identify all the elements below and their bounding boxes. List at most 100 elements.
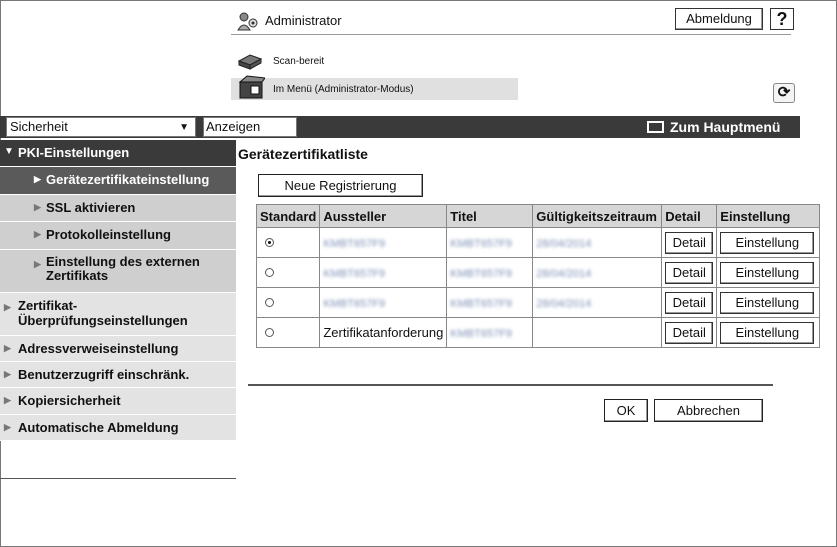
setting-button[interactable]: Einstellung	[720, 261, 815, 284]
standard-cell	[255, 317, 321, 348]
sidebar-item-label: Automatische Abmeldung	[18, 420, 179, 435]
setting-button[interactable]: Einstellung	[720, 231, 815, 254]
device-icon	[238, 75, 265, 99]
standard-radio[interactable]	[265, 328, 274, 337]
issuer-cell: KMBT657F9	[319, 227, 448, 258]
title-text: KMBT657F9	[450, 298, 513, 310]
certificate-table-body: KMBT657F9 KMBT657F9 28/04/2014 Detail Einste…	[255, 227, 821, 348]
sidebar-item-pki-settings[interactable]: ▼ PKI-Einstellungen	[0, 140, 236, 167]
new-registration-button[interactable]: Neue Registrierung	[258, 174, 423, 197]
validity-text: 28/04/2014	[536, 298, 592, 310]
table-row: KMBT657F9 KMBT657F9 28/04/2014 Detail Einste…	[255, 287, 821, 318]
standard-radio[interactable]	[265, 298, 274, 307]
chevron-down-icon: ▼	[179, 122, 189, 133]
title-cell: KMBT657F9	[446, 227, 534, 258]
triangle-down-icon: ▼	[4, 146, 14, 157]
logout-button[interactable]: Abmeldung	[675, 8, 763, 30]
validity-cell: 28/04/2014	[532, 287, 663, 318]
status-mode: Im Menü (Administrator-Modus)	[231, 75, 518, 100]
sidebar-item-user-access[interactable]: ▶ Benutzerzugriff einschränk.	[0, 362, 236, 388]
main-menu-icon	[647, 121, 664, 134]
sidebar-item-label: Protokolleinstellung	[46, 227, 171, 242]
triangle-right-icon: ▶	[4, 302, 11, 312]
validity-cell: 28/04/2014	[532, 227, 663, 258]
sidebar-item-ssl[interactable]: ▶ SSL aktivieren	[0, 195, 236, 222]
issuer-text: KMBT657F9	[323, 298, 386, 310]
sidebar-item-auto-logout[interactable]: ▶ Automatische Abmeldung	[0, 415, 236, 441]
title-cell: KMBT657F9	[446, 257, 534, 288]
refresh-button[interactable]: ⟳	[773, 83, 795, 103]
refresh-icon: ⟳	[777, 84, 791, 101]
sidebar-item-label: Kopiersicherheit	[18, 393, 121, 408]
setting-cell: Einstellung	[716, 317, 821, 348]
category-select[interactable]: Sicherheit ▼	[6, 117, 196, 137]
sidebar: ▼ PKI-Einstellungen ▶ Gerätezertifikatei…	[0, 140, 236, 441]
sidebar-item-label: Adressverweiseinstellung	[18, 341, 179, 356]
triangle-right-icon: ▶	[34, 202, 41, 212]
detail-cell: Detail	[661, 227, 718, 258]
sidebar-item-label: PKI-Einstellungen	[18, 145, 130, 160]
setting-cell: Einstellung	[716, 227, 821, 258]
category-select-value: Sicherheit	[10, 119, 68, 134]
sidebar-item-label: Einstellung des externen Zertifikats	[46, 254, 200, 283]
status-scan-text: Scan-bereit	[273, 56, 325, 67]
scanner-icon	[237, 54, 263, 70]
sidebar-item-external-certificate[interactable]: ▶ Einstellung des externen Zertifikats	[0, 250, 236, 293]
sidebar-divider	[0, 478, 236, 479]
standard-cell	[255, 227, 321, 258]
setting-button[interactable]: Einstellung	[720, 321, 815, 344]
triangle-right-icon: ▶	[34, 229, 41, 239]
setting-cell: Einstellung	[716, 257, 821, 288]
title-text: KMBT657F9	[450, 328, 513, 340]
triangle-right-icon: ▶	[34, 259, 41, 269]
triangle-right-icon: ▶	[4, 422, 11, 432]
triangle-right-icon: ▶	[34, 174, 41, 184]
title-cell: KMBT657F9	[446, 287, 534, 318]
setting-button[interactable]: Einstellung	[720, 291, 815, 314]
sidebar-item-certificate-verification[interactable]: ▶ Zertifikat-Überprüfungseinstellungen	[0, 293, 236, 336]
detail-button[interactable]: Detail	[665, 291, 714, 314]
triangle-right-icon: ▶	[4, 369, 11, 379]
sidebar-item-label: Gerätezertifikateinstellung	[46, 172, 210, 187]
detail-button[interactable]: Detail	[665, 261, 714, 284]
standard-radio[interactable]	[265, 238, 274, 247]
detail-button[interactable]: Detail	[665, 321, 714, 344]
help-button[interactable]: ?	[770, 8, 794, 30]
detail-cell: Detail	[661, 317, 718, 348]
main-menu-link[interactable]: Zum Hauptmenü	[647, 116, 780, 138]
page-title: Gerätezertifikatliste	[238, 146, 368, 162]
show-button[interactable]: Anzeigen	[203, 117, 297, 137]
sidebar-item-address-reference[interactable]: ▶ Adressverweiseinstellung	[0, 336, 236, 362]
issuer-cell: KMBT657F9	[319, 257, 448, 288]
administrator-icon	[237, 12, 258, 31]
table-row: KMBT657F9 KMBT657F9 28/04/2014 Detail Einste…	[255, 227, 821, 258]
detail-button[interactable]: Detail	[665, 231, 714, 254]
table-header-row: Standard Aussteller Titel Gültigkeitszei…	[255, 204, 821, 228]
issuer-cell: Zertifikatanforderung	[319, 317, 448, 348]
table-row: Zertifikatanforderung KMBT657F9 Detail Eins…	[255, 317, 821, 348]
column-header-title: Titel	[446, 204, 534, 228]
title-text: KMBT657F9	[450, 238, 513, 250]
column-header-standard: Standard	[255, 204, 321, 228]
table-row: KMBT657F9 KMBT657F9 28/04/2014 Detail Einste…	[255, 257, 821, 288]
triangle-right-icon: ▶	[4, 395, 11, 405]
sidebar-item-protocol[interactable]: ▶ Protokolleinstellung	[0, 222, 236, 250]
user-bar: Administrator Abmeldung ?	[231, 8, 794, 35]
validity-cell: 28/04/2014	[532, 257, 663, 288]
column-header-detail: Detail	[661, 204, 718, 228]
toolbar: Sicherheit ▼ Anzeigen Zum Hauptmenü	[0, 116, 800, 138]
sidebar-item-copy-security[interactable]: ▶ Kopiersicherheit	[0, 388, 236, 415]
issuer-text: KMBT657F9	[323, 268, 386, 280]
issuer-text: KMBT657F9	[323, 238, 386, 250]
detail-cell: Detail	[661, 287, 718, 318]
column-header-validity: Gültigkeitszeitraum	[532, 204, 663, 228]
user-label: Administrator	[265, 13, 342, 28]
sidebar-item-label: Zertifikat-Überprüfungseinstellungen	[18, 298, 188, 328]
standard-radio[interactable]	[265, 268, 274, 277]
cancel-button[interactable]: Abbrechen	[654, 399, 763, 422]
standard-cell	[255, 257, 321, 288]
validity-text: 28/04/2014	[536, 268, 592, 280]
standard-cell	[255, 287, 321, 318]
ok-button[interactable]: OK	[604, 399, 648, 422]
sidebar-item-device-certificate[interactable]: ▶ Gerätezertifikateinstellung	[0, 167, 236, 195]
